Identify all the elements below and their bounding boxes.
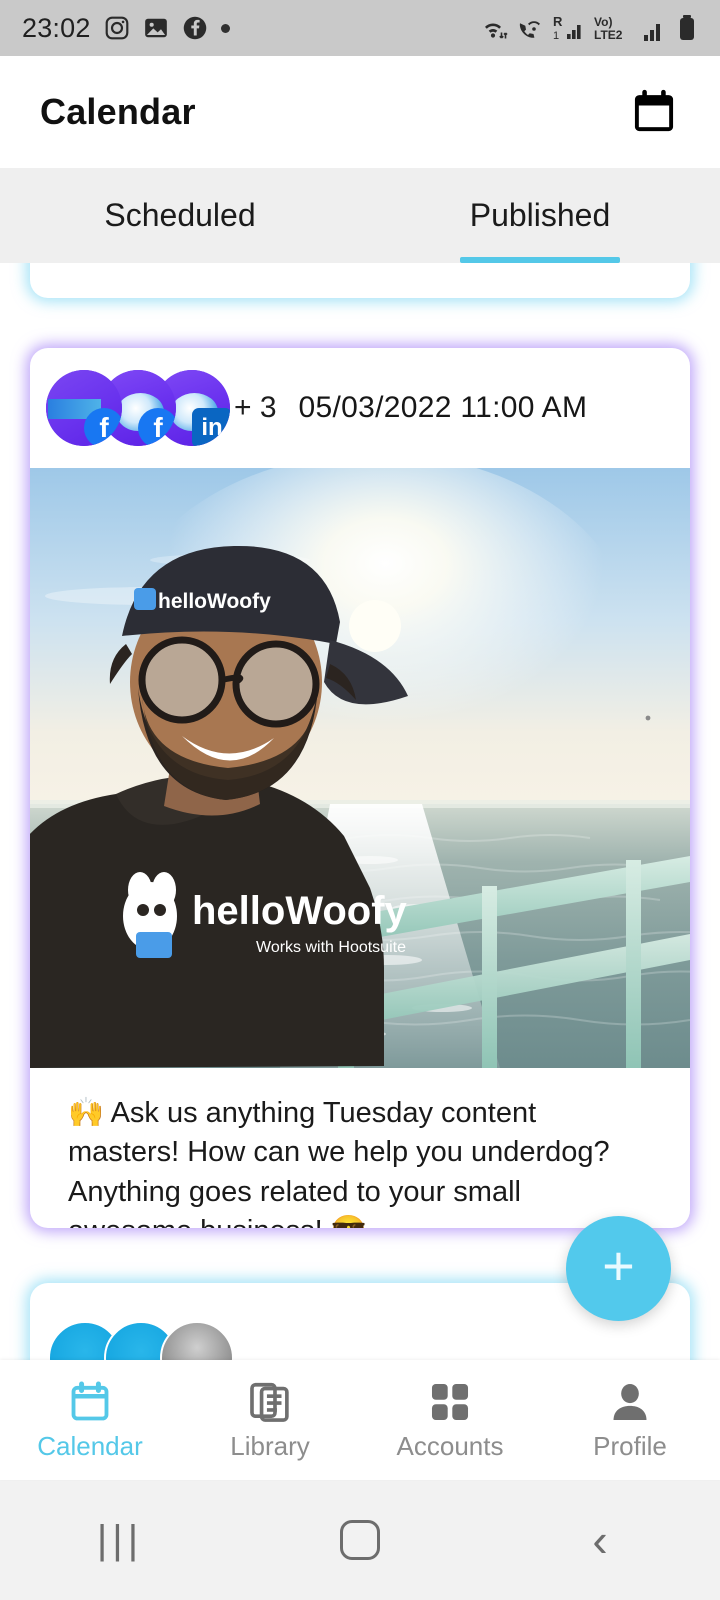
nav-item-library[interactable]: Library [180, 1379, 360, 1462]
svg-text:helloWoofy: helloWoofy [192, 889, 408, 933]
svg-text:LTE2: LTE2 [594, 28, 623, 42]
roaming-signal-icon: R 1 [553, 13, 587, 43]
svg-text:R: R [553, 14, 563, 29]
linkedin-badge-icon: in [192, 408, 230, 446]
avatar[interactable] [160, 1321, 234, 1360]
page-title: Calendar [40, 91, 196, 132]
instagram-icon [104, 15, 130, 41]
status-bar: 23:02 R 1 Vo) LTE2 [0, 0, 720, 56]
tab-scheduled-label: Scheduled [104, 197, 256, 233]
recents-button[interactable]: ||| [0, 1518, 240, 1563]
plus-icon: + [602, 1233, 635, 1297]
nav-item-calendar-label: Calendar [37, 1430, 143, 1461]
signal-icon [643, 15, 669, 43]
post-card[interactable]: f f in + 3 05/03/2022 11:00 AM helloWoof… [30, 348, 690, 1228]
system-navigation-bar: ||| ‹ [0, 1480, 720, 1600]
app-bar: Calendar [0, 56, 720, 168]
grid-icon [427, 1379, 473, 1425]
post-card-header: f f in + 3 05/03/2022 11:00 AM [30, 348, 690, 468]
tab-published[interactable]: Published [360, 168, 720, 263]
tab-scheduled[interactable]: Scheduled [0, 168, 360, 263]
facebook-icon [182, 15, 208, 41]
home-button[interactable] [240, 1520, 480, 1560]
create-post-button[interactable]: + [566, 1216, 671, 1321]
account-avatars[interactable]: f f in [46, 370, 236, 446]
svg-text:1: 1 [553, 30, 559, 42]
svg-text:Works with Hootsuite: Works with Hootsuite [256, 939, 406, 956]
calendar-icon[interactable] [628, 86, 680, 138]
svg-text:Vo): Vo) [594, 15, 612, 29]
nav-item-accounts[interactable]: Accounts [360, 1379, 540, 1462]
call-wifi-icon [516, 15, 546, 43]
post-text: 🙌 Ask us anything Tuesday content master… [68, 1097, 610, 1228]
status-bar-right: R 1 Vo) LTE2 [479, 13, 698, 43]
nav-item-profile[interactable]: Profile [540, 1379, 720, 1462]
nav-item-calendar[interactable]: Calendar [0, 1379, 180, 1462]
dot-icon [220, 23, 230, 33]
nav-item-library-label: Library [230, 1430, 310, 1461]
home-icon [340, 1520, 380, 1560]
back-icon: ‹ [592, 1514, 608, 1566]
extra-accounts-count: + 3 [234, 391, 277, 424]
post-card-previous[interactable] [30, 263, 690, 298]
svg-text:helloWoofy: helloWoofy [158, 590, 271, 613]
library-icon [247, 1379, 293, 1425]
post-image[interactable]: helloWoofy helloWoofy Works with Hootsui… [30, 468, 690, 1068]
gallery-icon [143, 15, 169, 41]
facebook-badge-icon: f [84, 408, 122, 446]
nav-item-profile-label: Profile [593, 1430, 667, 1461]
tab-bar: Scheduled Published [0, 168, 720, 263]
back-button[interactable]: ‹ [480, 1517, 720, 1563]
post-datetime: 05/03/2022 11:00 AM [298, 391, 588, 424]
status-bar-left: 23:02 [22, 13, 479, 44]
app-screen: 23:02 R 1 Vo) LTE2 Calendar Scheduled Pu… [0, 0, 720, 1600]
post-image-graphic: helloWoofy helloWoofy Works with Hootsui… [30, 468, 690, 1068]
person-icon [607, 1379, 653, 1425]
tab-published-label: Published [469, 197, 611, 233]
volte-lte2-icon: Vo) LTE2 [594, 13, 636, 43]
recents-icon: ||| [96, 1517, 144, 1562]
battery-icon [676, 13, 698, 43]
status-clock: 23:02 [22, 12, 91, 43]
facebook-badge-icon: f [138, 408, 176, 446]
bottom-navigation: Calendar Library Accounts Profile [0, 1360, 720, 1480]
post-feed[interactable]: f f in + 3 05/03/2022 11:00 AM helloWoof… [0, 263, 720, 1360]
nav-item-accounts-label: Accounts [396, 1430, 504, 1461]
calendar-icon [67, 1379, 113, 1425]
wifi-icon [479, 15, 509, 43]
avatar[interactable]: f [46, 370, 122, 446]
